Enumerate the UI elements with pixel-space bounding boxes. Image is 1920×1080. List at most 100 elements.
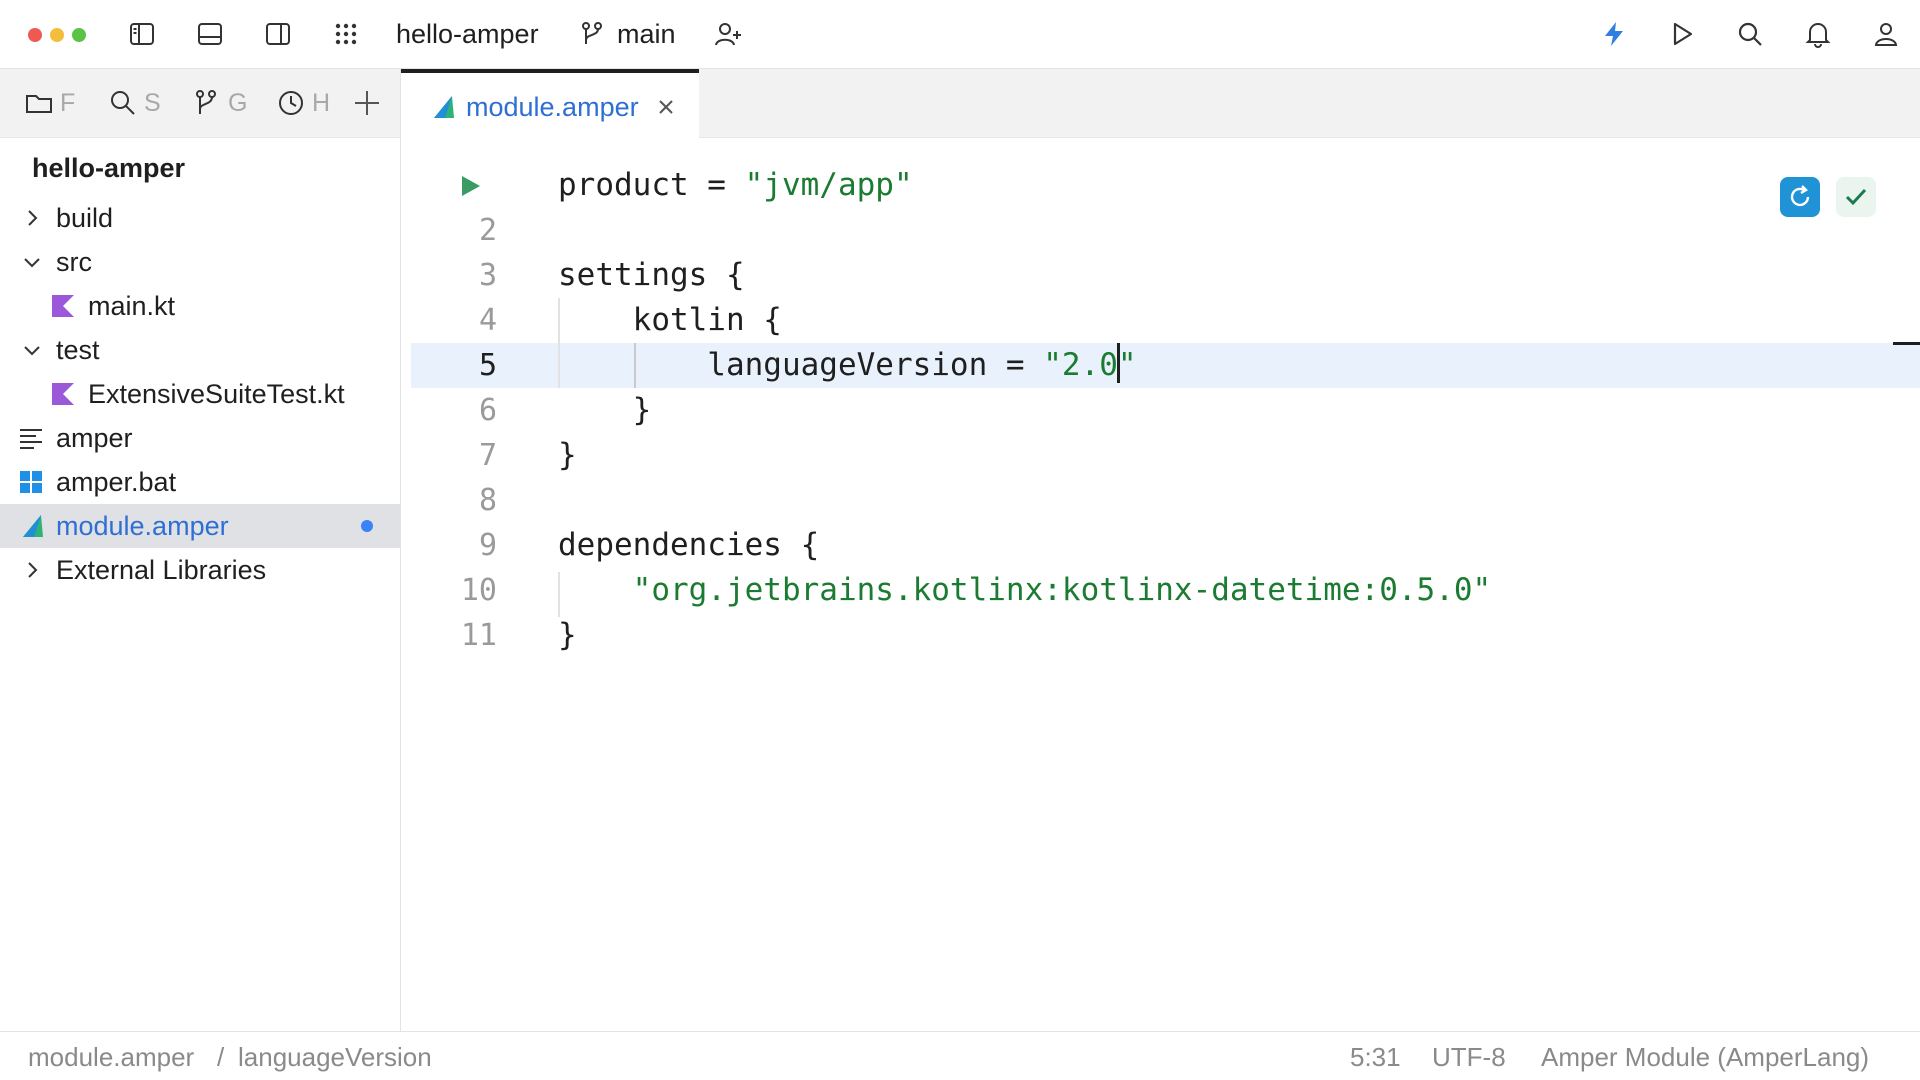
folder-icon [26,95,52,113]
code-line[interactable]: kotlin { [558,298,782,343]
check-status-button[interactable] [1836,177,1876,217]
tree-item-test[interactable]: test [0,328,400,372]
tree-item-label: build [56,203,114,233]
tree-item-external-libraries[interactable]: External Libraries [0,548,400,592]
code-token: languageVersion = [558,347,1044,383]
line-number: 6 [478,393,497,428]
tool-window-tabs: F S G H [0,69,400,138]
add-tab-button[interactable] [352,83,384,123]
tab-project[interactable]: F [24,83,80,123]
tree-item-build[interactable]: build [0,196,400,240]
code-token: dependencies { [558,527,820,563]
chevron-down-icon[interactable] [20,250,44,274]
sidebar-right-icon[interactable] [258,14,298,54]
sync-button[interactable] [1780,177,1820,217]
line-number: 5 [478,348,497,383]
line-number: 8 [478,483,497,518]
tree-item-label: main.kt [88,291,176,321]
tree-item-label: amper [56,423,133,453]
editor-tab-label: module.amper [466,92,639,122]
kotlin-file-icon [52,383,74,405]
code-editor[interactable]: 2 3 4 5 6 7 8 9 10 11 product = "jvm/app" settings… [401,138,1920,1031]
amper-file-icon [434,96,454,118]
window-minimize-button[interactable] [50,28,64,42]
window-close-button[interactable] [28,28,42,42]
tree-item-amper-bat[interactable]: amper.bat [0,460,400,504]
tab-search[interactable]: S [108,83,164,123]
tree-item-label: amper.bat [56,467,177,497]
code-line[interactable]: } [558,613,577,658]
windows-icon [20,471,42,493]
chevron-down-icon[interactable] [20,338,44,362]
bolt-icon[interactable] [1594,14,1634,54]
close-icon[interactable] [655,96,677,118]
code-line[interactable]: settings { [558,253,745,298]
modified-indicator [361,520,373,532]
add-user-icon[interactable] [708,14,748,54]
tree-item-label: src [56,247,92,277]
tree-item-module-amper[interactable]: module.amper [0,504,400,548]
tree-item-label: test [56,335,100,365]
project-root[interactable]: hello-amper [32,152,185,184]
code-line[interactable]: dependencies { [558,523,819,568]
amper-file-icon [23,515,43,537]
tab-history-label: H [312,88,331,117]
search-icon[interactable] [1730,14,1770,54]
tree-item-amper[interactable]: amper [0,416,400,460]
tree-item-main-kt[interactable]: main.kt [0,284,400,328]
code-token: } [558,617,577,653]
scrollbar-caret-marker[interactable] [1893,342,1920,345]
tab-git-label: G [228,88,248,117]
apps-grid-icon[interactable] [326,14,366,54]
editor-tab-module-amper[interactable]: module.amper [401,69,699,138]
code-token: } [558,437,577,473]
code-line[interactable]: } [558,388,652,433]
code-line[interactable]: languageVersion = "2.0" [558,343,1137,388]
tab-history[interactable]: H [276,83,332,123]
line-number: 7 [478,438,497,473]
file-encoding[interactable]: UTF-8 [1432,1041,1506,1073]
sidebar-left-icon[interactable] [122,14,162,54]
breadcrumb-file[interactable]: module.amper [28,1041,194,1073]
tab-search-label: S [144,88,161,117]
tree-item-label: module.amper [56,511,229,541]
refresh-icon [1790,185,1810,207]
tree-item-src[interactable]: src [0,240,400,284]
title-bar: hello-amper main [0,0,1920,69]
clock-icon [279,91,303,115]
bell-icon[interactable] [1798,14,1838,54]
caret-position[interactable]: 5:31 [1350,1041,1401,1073]
code-line[interactable]: product = "jvm/app" [558,163,913,208]
line-number: 11 [460,618,497,653]
chevron-right-icon[interactable] [20,206,44,230]
breadcrumb-element[interactable]: languageVersion [238,1041,432,1073]
branch-icon [196,90,216,114]
bottom-panel-icon[interactable] [190,14,230,54]
branch-icon[interactable] [572,14,612,54]
line-number: 4 [478,303,497,338]
line-number: 9 [478,528,497,563]
tree-item-label: External Libraries [56,555,267,585]
branch-name[interactable]: main [617,18,676,50]
window-maximize-button[interactable] [72,28,86,42]
run-gutter-icon[interactable] [458,174,482,198]
project-name[interactable]: hello-amper [396,18,539,50]
file-type[interactable]: Amper Module (AmperLang) [1541,1041,1869,1073]
breadcrumb-separator: / [217,1042,225,1072]
line-number: 10 [460,573,497,608]
editor-tab-bar: module.amper [401,69,1920,138]
account-icon[interactable] [1866,14,1906,54]
tree-item-extensive-suite-test[interactable]: ExtensiveSuiteTest.kt [0,372,400,416]
chevron-right-icon[interactable] [20,558,44,582]
tab-project-label: F [60,88,76,117]
tree-item-label: ExtensiveSuiteTest.kt [88,379,345,409]
tab-git[interactable]: G [192,83,248,123]
code-token: } [558,392,652,428]
code-line[interactable]: } [558,433,577,478]
plus-icon [355,91,379,115]
code-line[interactable]: "org.jetbrains.kotlinx:kotlinx-datetime:… [558,568,1492,613]
code-token: settings { [558,257,745,293]
text-file-icon [20,429,42,449]
string-token: "jvm/app" [744,167,913,203]
run-icon[interactable] [1662,14,1702,54]
